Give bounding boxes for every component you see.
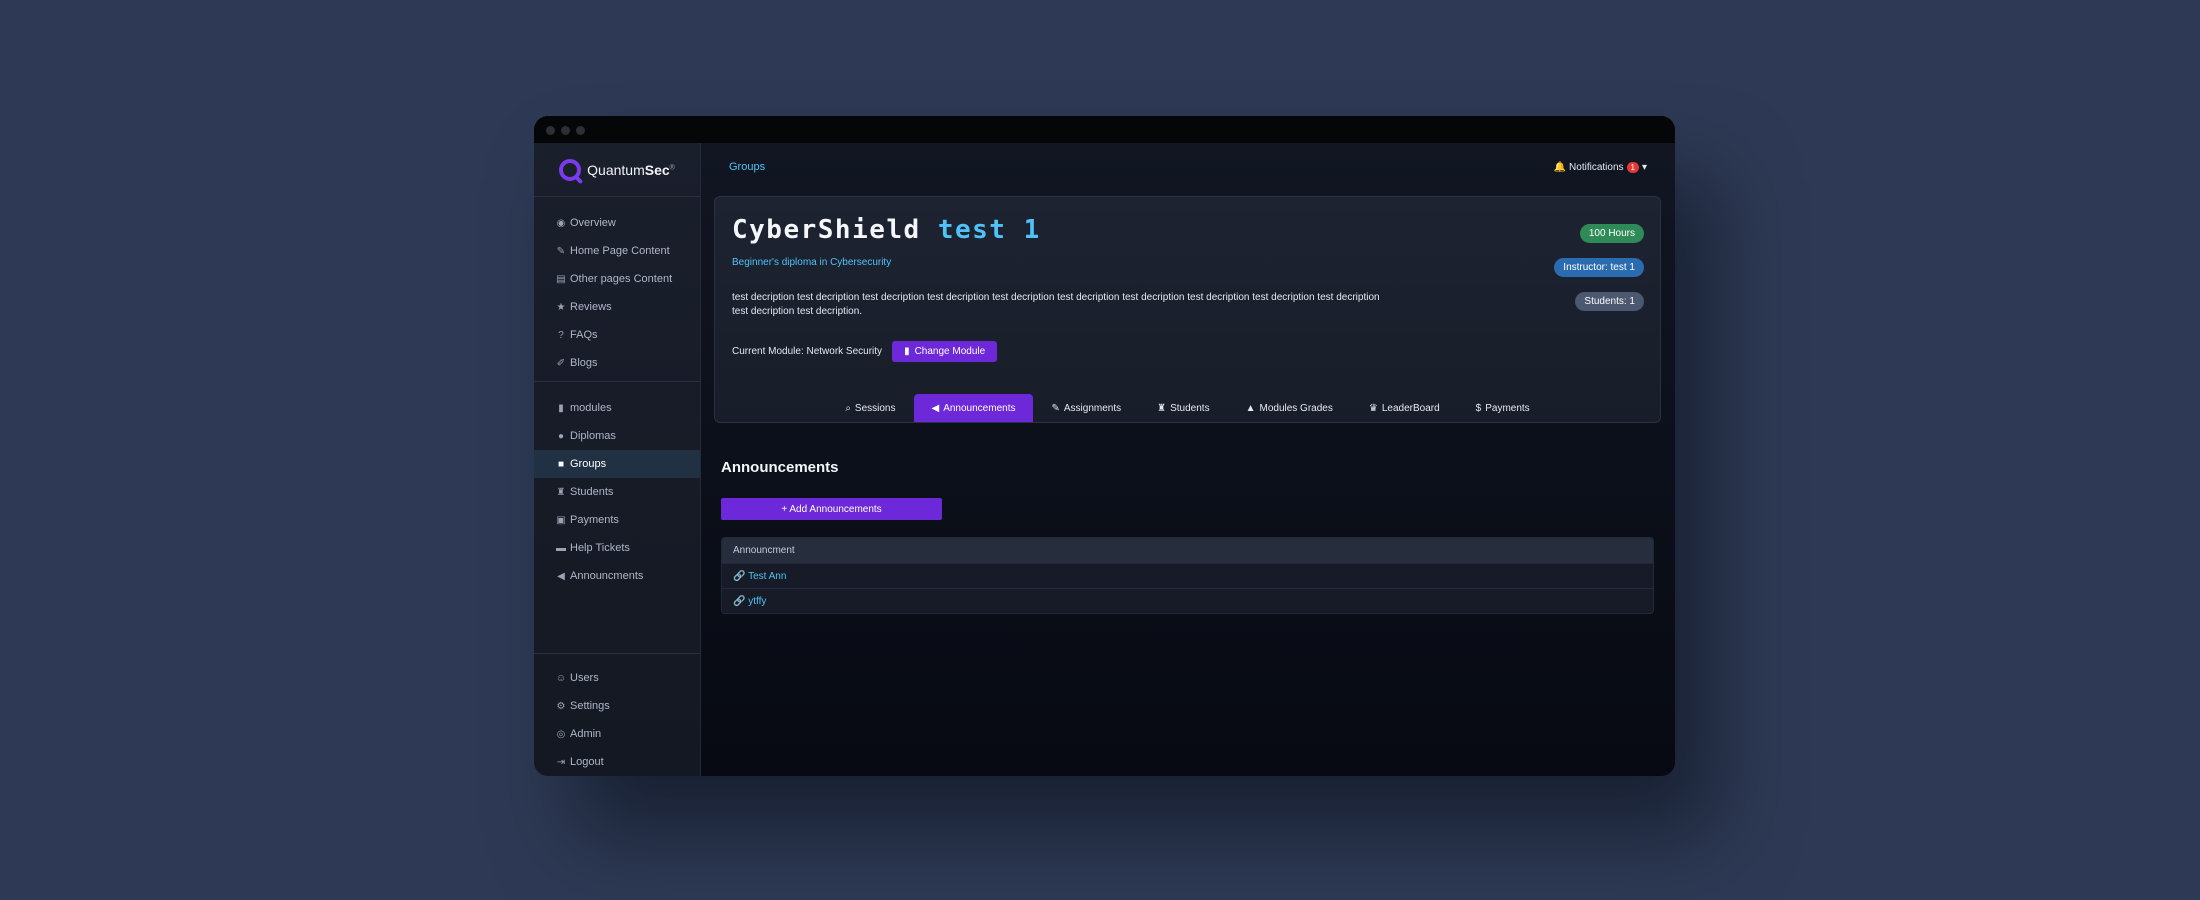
document-icon: ▮ xyxy=(904,346,910,357)
sidebar-item-reviews[interactable]: ★ Reviews xyxy=(534,293,700,321)
bell-icon: 🔔 xyxy=(1553,161,1567,173)
sidebar-bottom-nav: ☺ Users ⚙ Settings ◎ Admin ⇥ Logout xyxy=(534,653,700,776)
module-icon: ▮ xyxy=(558,402,564,414)
window-titlebar xyxy=(534,116,1675,143)
students-count-badge: Students: 1 xyxy=(1575,292,1644,311)
megaphone-icon: ◀ xyxy=(931,402,940,414)
window-minimize-dot[interactable] xyxy=(561,126,570,135)
current-module-label: Current Module: Network Security xyxy=(732,346,883,357)
edit-icon: ✎ xyxy=(556,245,566,257)
sidebar-item-users[interactable]: ☺ Users xyxy=(534,664,700,692)
sidebar-item-home-page-content[interactable]: ✎ Home Page Content xyxy=(534,237,700,265)
star-icon: ★ xyxy=(556,301,566,313)
blog-icon: ✐ xyxy=(556,357,566,369)
sidebar-item-modules[interactable]: ▮ modules xyxy=(534,394,700,422)
student-icon: ♜ xyxy=(1157,402,1167,414)
sidebar-item-blogs[interactable]: ✐ Blogs xyxy=(534,349,700,377)
student-icon: ♜ xyxy=(556,486,566,498)
trophy-icon: ♛ xyxy=(1368,402,1378,414)
announcement-link[interactable]: 🔗 ytffy xyxy=(733,596,766,607)
graduation-cap-icon: ▲ xyxy=(1245,402,1256,414)
sidebar-item-faqs[interactable]: ? FAQs xyxy=(534,321,700,349)
tab-leaderboard[interactable]: ♛ LeaderBoard xyxy=(1351,394,1458,422)
add-announcement-button[interactable]: + Add Announcements xyxy=(721,498,942,520)
sidebar-item-groups[interactable]: ■ Groups xyxy=(534,450,700,478)
table-header: Announcment xyxy=(722,538,1653,563)
table-row: 🔗 ytffy xyxy=(722,588,1653,613)
sidebar-item-settings[interactable]: ⚙ Settings xyxy=(534,692,700,720)
sidebar-item-admin[interactable]: ◎ Admin xyxy=(534,720,700,748)
ticket-icon: ▬ xyxy=(556,542,566,554)
tab-students[interactable]: ♜ Students xyxy=(1139,394,1227,422)
topbar: Groups 🔔 Notifications 1 ▾ xyxy=(701,143,1675,191)
tab-announcements[interactable]: ◀ Announcements xyxy=(913,394,1034,422)
user-icon: ☺ xyxy=(555,672,567,684)
assignment-icon: ✎ xyxy=(1051,402,1060,414)
sidebar-item-logout[interactable]: ⇥ Logout xyxy=(534,748,700,776)
quantumsec-logo-icon xyxy=(559,158,582,181)
logout-icon: ⇥ xyxy=(556,756,566,768)
sessions-icon: ⌕ xyxy=(845,402,851,414)
hours-badge: 100 Hours xyxy=(1579,224,1644,243)
avatar-icon: ◎ xyxy=(556,728,566,740)
sidebar-item-payments[interactable]: ▣ Payments xyxy=(534,506,700,534)
page-title: CyberShield test 1 xyxy=(732,215,1041,245)
breadcrumb-groups[interactable]: Groups xyxy=(729,161,765,173)
announcements-table: Announcment 🔗 Test Ann 🔗 ytffy xyxy=(721,537,1654,614)
group-description: test decription test decription test dec… xyxy=(732,292,1380,317)
sidebar-item-other-pages-content[interactable]: ▤ Other pages Content xyxy=(534,265,700,293)
sidebar: QuantumSec® ◉ Overview ✎ Home Page Content… xyxy=(534,143,701,776)
announcement-link[interactable]: 🔗 Test Ann xyxy=(733,571,786,582)
window-close-dot[interactable] xyxy=(546,126,555,135)
pages-icon: ▤ xyxy=(556,273,566,285)
tab-sessions[interactable]: ⌕ Sessions xyxy=(827,394,913,422)
overview-icon: ◉ xyxy=(556,217,566,229)
folder-icon: ■ xyxy=(557,458,565,470)
table-row: 🔗 Test Ann xyxy=(722,563,1653,588)
section-title: Announcements xyxy=(721,459,839,476)
link-icon: 🔗 xyxy=(733,570,746,582)
sidebar-item-overview[interactable]: ◉ Overview xyxy=(534,209,700,237)
window-maximize-dot[interactable] xyxy=(576,126,585,135)
tab-payments[interactable]: $ Payments xyxy=(1458,394,1548,422)
diploma-icon: ● xyxy=(557,430,565,442)
announcements-section: Announcements + Add Announcements Announ… xyxy=(721,459,1654,614)
dollar-icon: $ xyxy=(1475,402,1482,414)
group-summary-card: CyberShield test 1 Beginner's diploma in… xyxy=(714,196,1661,423)
current-module-row: Current Module: Network Security ▮ Chang… xyxy=(732,341,998,362)
sidebar-item-students[interactable]: ♜ Students xyxy=(534,478,700,506)
sidebar-item-help-tickets[interactable]: ▬ Help Tickets xyxy=(534,534,700,562)
brand-name: QuantumSec® xyxy=(587,161,675,178)
change-module-button[interactable]: ▮ Change Module xyxy=(892,341,998,362)
notifications-dropdown[interactable]: 🔔 Notifications 1 ▾ xyxy=(1553,161,1647,173)
gear-icon: ⚙ xyxy=(556,700,566,712)
app-window: QuantumSec® ◉ Overview ✎ Home Page Content… xyxy=(534,116,1675,776)
nav-group-academy: ▮ modules ● Diplomas ■ Groups ♜ Students ▣ Pa… xyxy=(534,382,700,594)
sidebar-item-announcments[interactable]: ◀ Announcments xyxy=(534,562,700,590)
payment-icon: ▣ xyxy=(556,514,566,526)
tab-assignments[interactable]: ✎ Assignments xyxy=(1033,394,1139,422)
instructor-badge: Instructor: test 1 xyxy=(1554,258,1644,277)
caret-down-icon: ▾ xyxy=(1641,161,1647,173)
diploma-name: Beginner's diploma in Cybersecurity xyxy=(732,257,892,268)
brand-logo[interactable]: QuantumSec® xyxy=(534,143,700,197)
sidebar-item-diplomas[interactable]: ● Diplomas xyxy=(534,422,700,450)
question-icon: ? xyxy=(558,329,564,341)
nav-group-content: ◉ Overview ✎ Home Page Content ▤ Other page… xyxy=(534,197,700,381)
notifications-count-badge: 1 xyxy=(1626,161,1639,173)
link-icon: 🔗 xyxy=(733,595,746,607)
megaphone-icon: ◀ xyxy=(557,570,565,582)
main-content: Groups 🔔 Notifications 1 ▾ CyberShield t… xyxy=(701,143,1675,776)
tab-modules-grades[interactable]: ▲ Modules Grades xyxy=(1228,394,1351,422)
group-tabs: ⌕ Sessions ◀ Announcements ✎ Assignments ♜ S… xyxy=(715,394,1660,422)
